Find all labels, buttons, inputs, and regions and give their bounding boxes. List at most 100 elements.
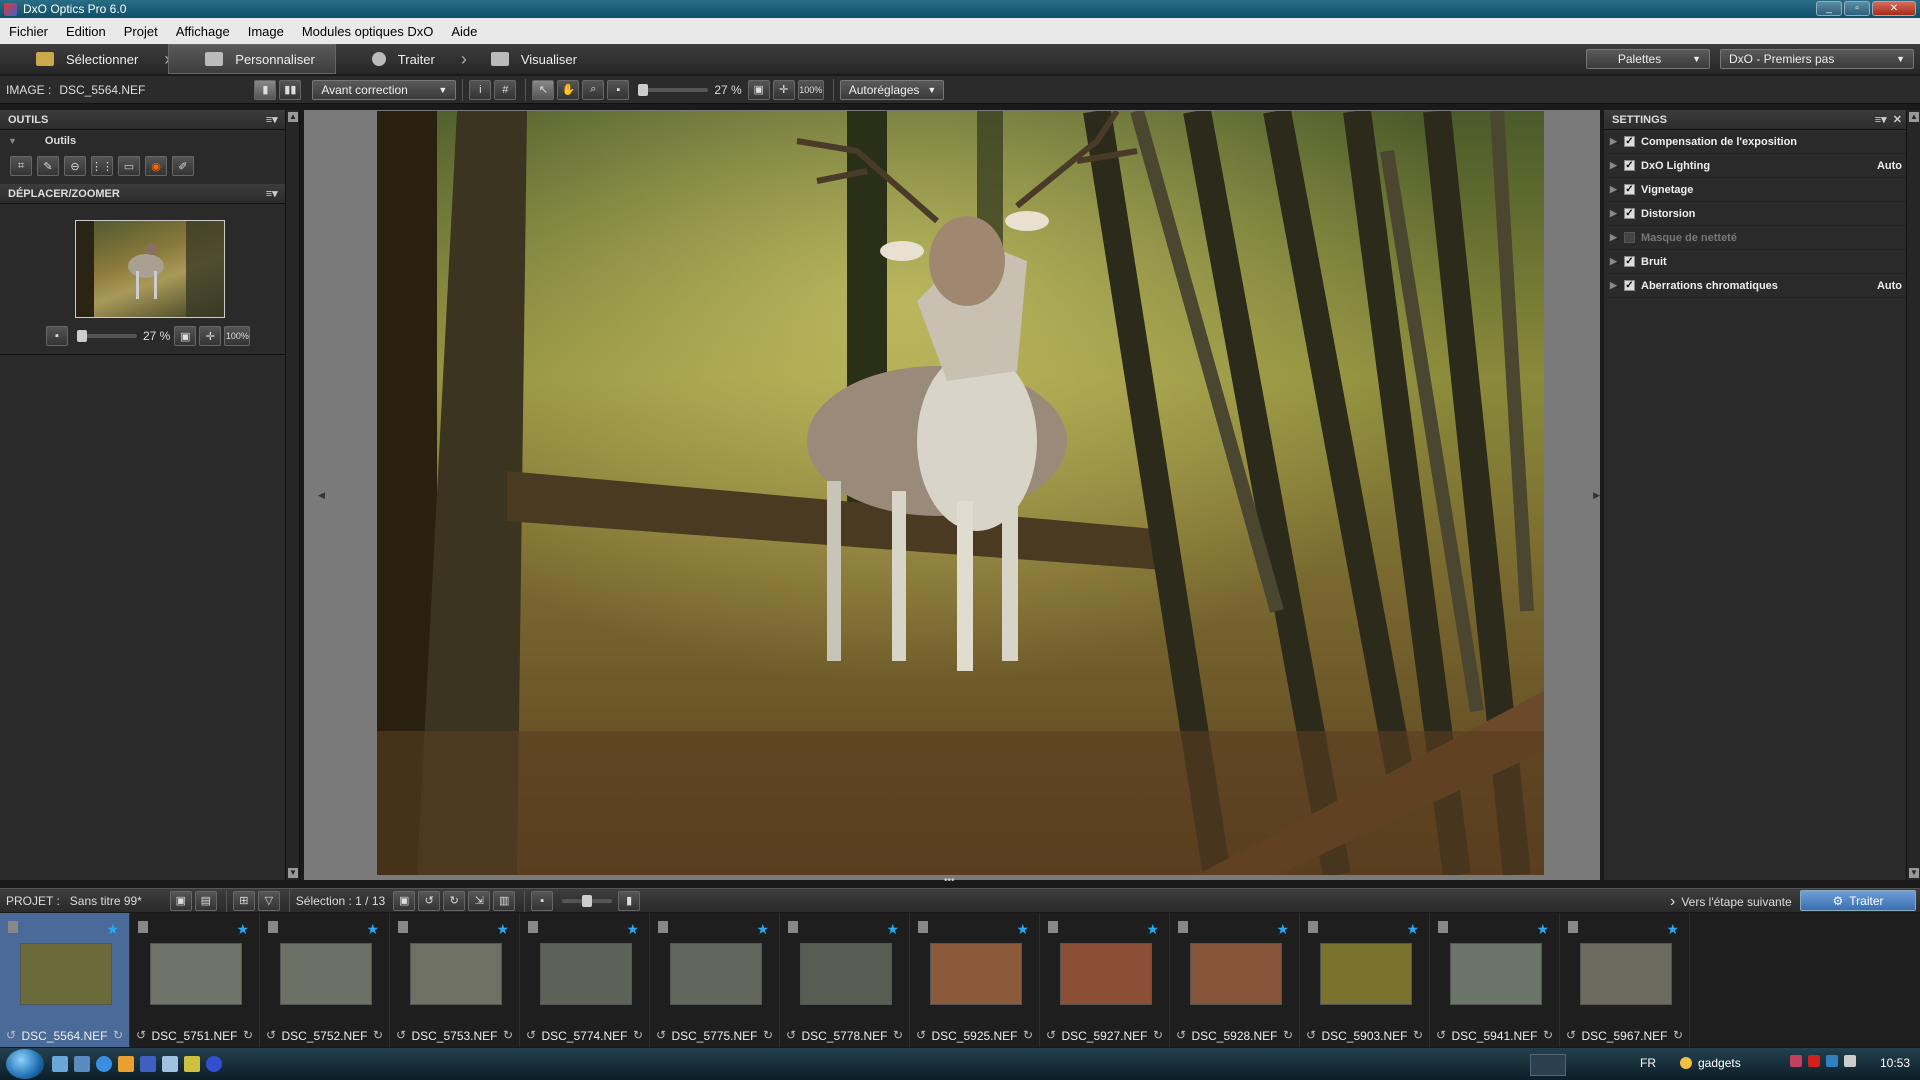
app-icon-1[interactable] [140, 1056, 156, 1072]
thumb-small-icon[interactable]: ▪ [531, 890, 554, 911]
zoom-out-icon[interactable]: ▪ [46, 326, 68, 346]
step-process[interactable]: Traiter › [336, 44, 467, 74]
zoom-100-button[interactable]: 100% [224, 326, 251, 346]
close-icon[interactable]: ✕ [1872, 1, 1916, 16]
zoom-100-button[interactable]: 100% [797, 79, 824, 100]
thumbnail-image[interactable] [280, 943, 372, 1005]
menu-aide[interactable]: Aide [442, 24, 486, 39]
setting-checkbox[interactable]: ✓ [1624, 208, 1635, 219]
setting-checkbox[interactable]: ✓ [1624, 280, 1635, 291]
setting-checkbox[interactable] [1624, 232, 1635, 243]
trash-icon[interactable] [268, 921, 278, 933]
trash-icon[interactable] [528, 921, 538, 933]
zoom-in-icon[interactable]: ▣ [174, 326, 197, 346]
zoom-out-icon[interactable]: ▪ [607, 79, 630, 100]
collapse-triangle-icon[interactable]: ▼ [8, 136, 17, 146]
rotate-right-icon[interactable]: ↻ [893, 1028, 903, 1042]
setting-row[interactable]: ▶ ✓ Compensation de l'exposition [1604, 130, 1920, 154]
zoom-slider-handle[interactable] [638, 83, 649, 96]
eyedropper-icon[interactable]: ✐ [172, 156, 194, 176]
star-icon[interactable]: ★ [236, 921, 249, 938]
setting-checkbox[interactable]: ✓ [1624, 160, 1635, 171]
rotate-right-icon[interactable]: ↻ [1283, 1028, 1293, 1042]
thumbnail-image[interactable] [1060, 943, 1152, 1005]
navigator-zoom-slider[interactable] [77, 330, 137, 342]
minimize-icon[interactable]: _ [1816, 1, 1842, 16]
trash-icon[interactable] [1308, 921, 1318, 933]
collapse-right-icon[interactable]: ▶ [1593, 490, 1600, 501]
thumbnail-image[interactable] [1190, 943, 1282, 1005]
rotate-right-icon[interactable]: ↻ [503, 1028, 513, 1042]
rotate-right-icon[interactable]: ↻ [1023, 1028, 1033, 1042]
menu-modules[interactable]: Modules optiques DxO [293, 24, 443, 39]
thumbnail-image[interactable] [800, 943, 892, 1005]
scroll-down-icon[interactable]: ▼ [1909, 868, 1919, 878]
zoom-in-icon[interactable]: ▣ [747, 79, 770, 100]
info-icon[interactable]: i [469, 79, 492, 100]
project-settings-icon[interactable]: ▤ [194, 890, 217, 911]
menu-edition[interactable]: Edition [57, 24, 115, 39]
slider-handle[interactable] [582, 894, 593, 907]
network-icon[interactable] [1826, 1055, 1838, 1067]
thumbnail-image[interactable] [1320, 943, 1412, 1005]
expand-triangle-icon[interactable]: ▶ [1610, 160, 1624, 171]
tray-icon-2[interactable] [1808, 1055, 1820, 1067]
navigator-thumbnail[interactable] [75, 220, 225, 318]
horizon-icon[interactable]: ⊖ [64, 156, 86, 176]
workspace-dropdown[interactable]: DxO - Premiers pas ▼ [1720, 49, 1914, 69]
perspective-icon[interactable]: ▭ [118, 156, 140, 176]
star-icon[interactable]: ★ [1146, 921, 1159, 938]
setting-checkbox[interactable]: ✓ [1624, 256, 1635, 267]
media-icon[interactable] [118, 1056, 134, 1072]
menu-fichier[interactable]: Fichier [0, 24, 57, 39]
crop-icon[interactable]: ⌗ [10, 156, 32, 176]
menu-image[interactable]: Image [239, 24, 293, 39]
rotate-right-icon[interactable]: ↻ [1413, 1028, 1423, 1042]
filmstrip-thumbnail[interactable]: ★ ↺ DSC_5774.NEF ↻ [520, 913, 650, 1047]
process-button[interactable]: ⚙ Traiter [1800, 890, 1916, 911]
scroll-up-icon[interactable]: ▲ [288, 112, 298, 122]
show-desktop-icon[interactable] [52, 1056, 68, 1072]
thumbnail-image[interactable] [1580, 943, 1672, 1005]
grid-icon[interactable]: # [494, 79, 517, 100]
filmstrip-thumbnail[interactable]: ★ ↺ DSC_5927.NEF ↻ [1040, 913, 1170, 1047]
setting-row[interactable]: ▶ ✓ Distorsion [1604, 202, 1920, 226]
language-indicator[interactable]: FR [1640, 1056, 1656, 1070]
compare-mode-dropdown[interactable]: Avant correction ▼ [312, 79, 457, 100]
filmstrip-thumbnail[interactable]: ★ ↺ DSC_5778.NEF ↻ [780, 913, 910, 1047]
maximize-icon[interactable]: ▫ [1844, 1, 1870, 16]
trash-icon[interactable] [658, 921, 668, 933]
next-step-link[interactable]: › Vers l'étape suivante [1670, 893, 1792, 911]
rotate-right-icon[interactable]: ↻ [1543, 1028, 1553, 1042]
app-icon-2[interactable] [162, 1056, 178, 1072]
filmstrip-thumbnail[interactable]: ★ ↺ DSC_5967.NEF ↻ [1560, 913, 1690, 1047]
star-icon[interactable]: ★ [1276, 921, 1289, 938]
expand-triangle-icon[interactable]: ▶ [1610, 256, 1624, 267]
star-icon[interactable]: ★ [1666, 921, 1679, 938]
delete-icon[interactable]: ▥ [493, 890, 516, 911]
compare-view-icon[interactable]: ▮▮ [279, 79, 302, 100]
rotate-right-icon[interactable]: ↻ [373, 1028, 383, 1042]
rotate-right-icon[interactable]: ↻ [763, 1028, 773, 1042]
rotate-left-icon[interactable]: ↺ [418, 890, 441, 911]
scroll-up-icon[interactable]: ▲ [1909, 112, 1919, 122]
expand-triangle-icon[interactable]: ▶ [1610, 232, 1624, 243]
collapse-left-icon[interactable]: ◀ [318, 490, 325, 501]
app-icon-3[interactable] [184, 1056, 200, 1072]
fit-icon[interactable]: ✛ [772, 79, 795, 100]
step-customize[interactable]: Personnaliser [168, 44, 336, 74]
star-icon[interactable]: ★ [626, 921, 639, 938]
setting-row[interactable]: ▶ ✓ Vignetage [1604, 178, 1920, 202]
setting-row[interactable]: ▶ ✓ Bruit [1604, 250, 1920, 274]
thumbnail-image[interactable] [150, 943, 242, 1005]
setting-checkbox[interactable]: ✓ [1624, 184, 1635, 195]
single-view-icon[interactable]: ▮ [254, 79, 277, 100]
star-icon[interactable]: ★ [1016, 921, 1029, 938]
trash-icon[interactable] [1438, 921, 1448, 933]
expand-triangle-icon[interactable]: ▶ [1610, 136, 1624, 147]
trash-icon[interactable] [918, 921, 928, 933]
thumbnail-image[interactable] [670, 943, 762, 1005]
color-wheel-icon[interactable]: ◉ [145, 156, 167, 176]
project-icon[interactable]: ▣ [169, 890, 192, 911]
step-view[interactable]: Visualiser [455, 44, 597, 74]
